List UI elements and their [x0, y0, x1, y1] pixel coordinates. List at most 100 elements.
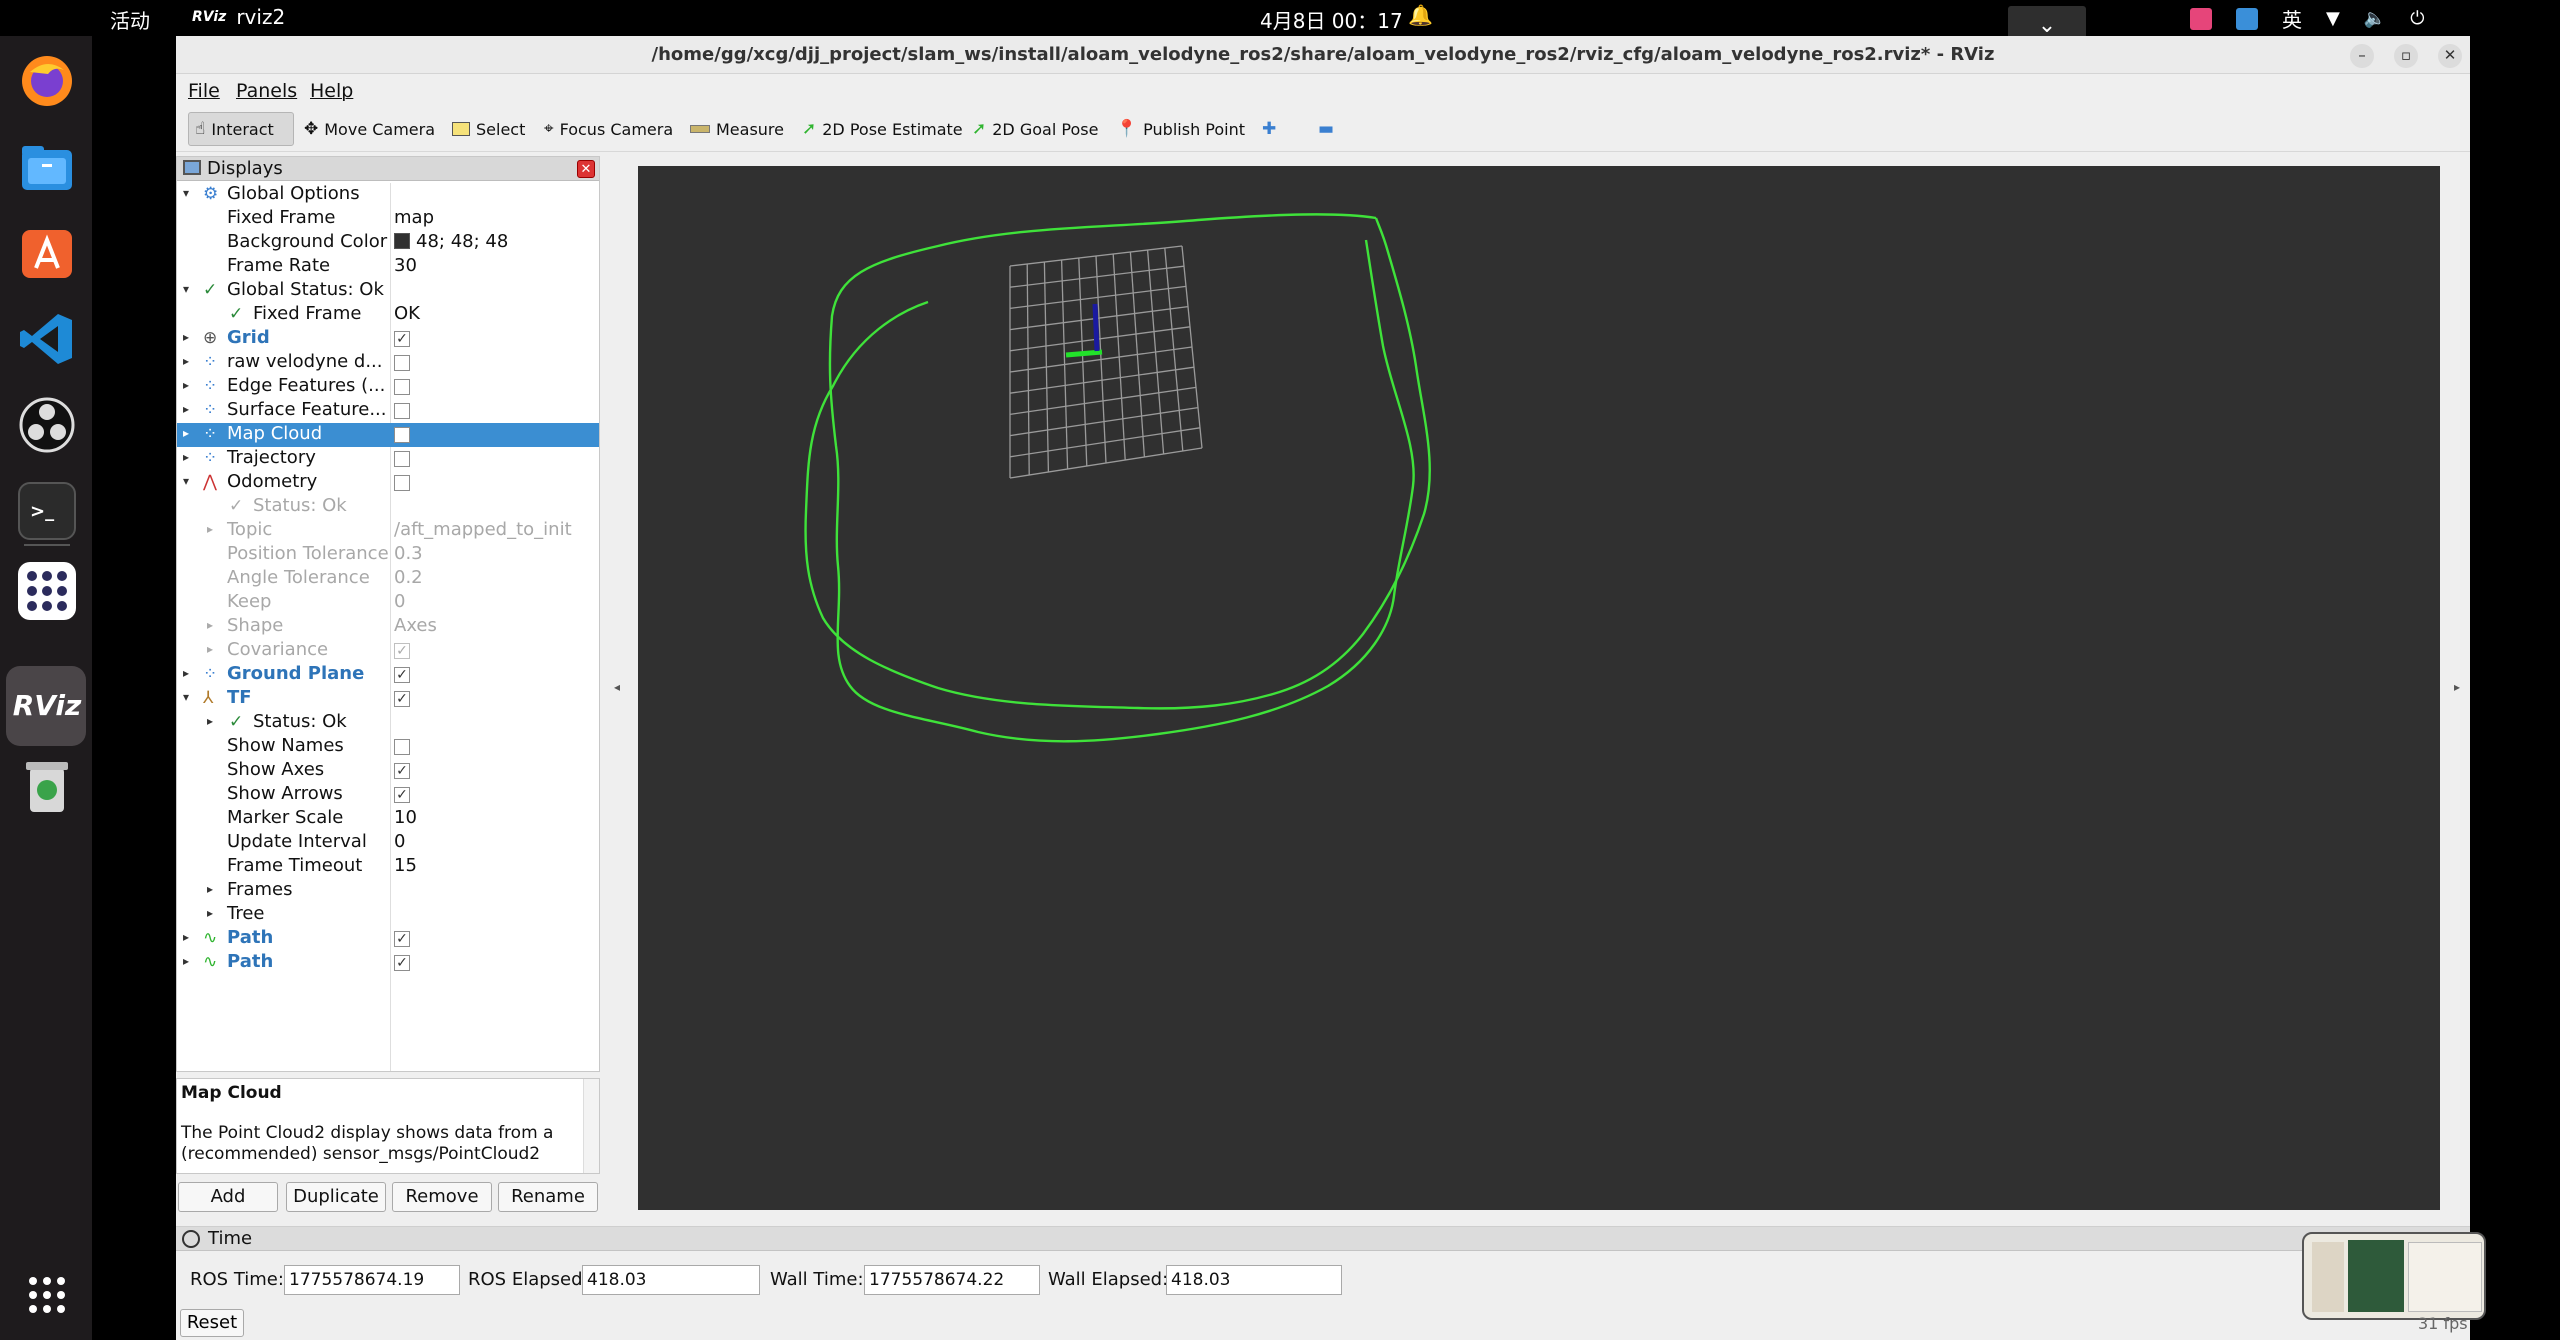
- trajectory-checkbox[interactable]: [394, 451, 410, 467]
- tree-row-angle-tolerance[interactable]: Angle Tolerance 0.2: [177, 567, 599, 591]
- expand-arrow-icon[interactable]: ▸: [183, 666, 189, 680]
- tree-row-frame-rate[interactable]: Frame Rate 30: [177, 255, 599, 279]
- row-value[interactable]: /aft_mapped_to_init: [394, 519, 572, 540]
- remove-button[interactable]: Remove: [392, 1182, 492, 1212]
- expand-arrow-icon[interactable]: ▾: [183, 186, 189, 200]
- collapse-left-arrow-icon[interactable]: ◂: [614, 680, 620, 694]
- activities-button[interactable]: 活动: [110, 5, 150, 34]
- expand-arrow-icon[interactable]: ▾: [183, 474, 189, 488]
- tree-row-path-1[interactable]: ▸ ∿ Path ✓: [177, 927, 599, 951]
- measure-tool[interactable]: Measure: [684, 112, 790, 146]
- row-value[interactable]: 0: [394, 591, 405, 612]
- expand-arrow-icon[interactable]: ▸: [183, 426, 189, 440]
- tree-row-map-cloud[interactable]: ▸ ⁘ Map Cloud: [177, 423, 599, 447]
- tree-row-grid[interactable]: ▸ ⊕ Grid ✓: [177, 327, 599, 351]
- select-tool[interactable]: Select: [446, 112, 531, 146]
- tree-row-show-names[interactable]: Show Names: [177, 735, 599, 759]
- tree-row-show-axes[interactable]: Show Axes ✓: [177, 759, 599, 783]
- edge-features-checkbox[interactable]: [394, 379, 410, 395]
- tree-row-frame-timeout[interactable]: Frame Timeout 15: [177, 855, 599, 879]
- vscode-icon[interactable]: [18, 310, 76, 368]
- row-value[interactable]: 48; 48; 48: [394, 231, 508, 252]
- tree-row-keep[interactable]: Keep 0: [177, 591, 599, 615]
- tree-row-topic[interactable]: ▸ Topic /aft_mapped_to_init: [177, 519, 599, 543]
- tree-row-fixed-frame-status[interactable]: ✓ Fixed Frame OK: [177, 303, 599, 327]
- tree-row-global-status[interactable]: ▾ ✓ Global Status: Ok: [177, 279, 599, 303]
- tree-row-frames[interactable]: ▸ Frames: [177, 879, 599, 903]
- window-titlebar[interactable]: /home/gg/xcg/djj_project/slam_ws/install…: [176, 36, 2470, 74]
- raw-velodyne-checkbox[interactable]: [394, 355, 410, 371]
- tree-row-tf[interactable]: ▾ ⅄ TF ✓: [177, 687, 599, 711]
- tree-row-show-arrows[interactable]: Show Arrows ✓: [177, 783, 599, 807]
- tree-row-trajectory[interactable]: ▸ ⁘ Trajectory: [177, 447, 599, 471]
- power-icon[interactable]: ⏻: [2410, 8, 2424, 29]
- expand-arrow-icon[interactable]: ▸: [207, 642, 213, 656]
- terminal-icon[interactable]: >_: [18, 482, 76, 540]
- row-value[interactable]: map: [394, 207, 434, 228]
- tree-row-odometry[interactable]: ▾ ⋀ Odometry: [177, 471, 599, 495]
- duplicate-button[interactable]: Duplicate: [286, 1182, 386, 1212]
- rename-button[interactable]: Rename: [498, 1182, 598, 1212]
- row-value[interactable]: Axes: [394, 615, 437, 636]
- tree-row-shape[interactable]: ▸ Shape Axes: [177, 615, 599, 639]
- tree-row-ground-plane[interactable]: ▸ ⁘ Ground Plane ✓: [177, 663, 599, 687]
- expand-arrow-icon[interactable]: ▸: [207, 714, 213, 728]
- show-arrows-checkbox[interactable]: ✓: [394, 787, 410, 803]
- tree-row-tf-status[interactable]: ▸ ✓ Status: Ok: [177, 711, 599, 735]
- row-value[interactable]: 15: [394, 855, 417, 876]
- app-menu[interactable]: RViz rviz2: [192, 5, 285, 29]
- tree-row-odometry-status[interactable]: ✓ Status: Ok: [177, 495, 599, 519]
- close-button[interactable]: ✕: [2438, 44, 2462, 68]
- interact-tool[interactable]: ☝ Interact: [188, 112, 294, 146]
- expand-arrow-icon[interactable]: ▾: [183, 690, 189, 704]
- row-value[interactable]: 10: [394, 807, 417, 828]
- rviz-icon[interactable]: RViz: [13, 676, 82, 734]
- maximize-button[interactable]: ▫: [2394, 44, 2418, 68]
- tree-row-global-options[interactable]: ▾ ⚙ Global Options: [177, 183, 599, 207]
- add-tool-button[interactable]: ✚: [1256, 112, 1282, 146]
- ros-elapsed-field[interactable]: 418.03: [582, 1265, 760, 1295]
- firefox-icon[interactable]: [18, 52, 76, 110]
- tree-row-marker-scale[interactable]: Marker Scale 10: [177, 807, 599, 831]
- obs-icon[interactable]: [18, 396, 76, 454]
- goal-pose-tool[interactable]: ➚ 2D Goal Pose: [966, 112, 1104, 146]
- tree-row-raw-velodyne[interactable]: ▸ ⁘ raw velodyne d...: [177, 351, 599, 375]
- menu-panels[interactable]: Panels: [236, 80, 297, 102]
- app-grid-icon[interactable]: [18, 562, 76, 620]
- pose-estimate-tool[interactable]: ➚ 2D Pose Estimate: [796, 112, 969, 146]
- grid-checkbox[interactable]: ✓: [394, 331, 410, 347]
- row-value[interactable]: 0.2: [394, 567, 423, 588]
- expand-arrow-icon[interactable]: ▸: [183, 354, 189, 368]
- focus-camera-tool[interactable]: ⌖ Focus Camera: [538, 112, 679, 146]
- move-camera-tool[interactable]: ✥ Move Camera: [298, 112, 441, 146]
- render-view[interactable]: [638, 166, 2440, 1210]
- notification-bell-icon[interactable]: 🔔: [1408, 3, 1433, 27]
- menu-file[interactable]: File: [188, 80, 220, 102]
- show-axes-checkbox[interactable]: ✓: [394, 763, 410, 779]
- expand-arrow-icon[interactable]: ▸: [207, 522, 213, 536]
- covariance-checkbox[interactable]: ✓: [394, 643, 410, 659]
- show-apps-icon[interactable]: [18, 1266, 76, 1324]
- wall-elapsed-field[interactable]: 418.03: [1166, 1265, 1342, 1295]
- tree-row-position-tolerance[interactable]: Position Tolerance 0.3: [177, 543, 599, 567]
- expand-arrow-icon[interactable]: ▸: [183, 930, 189, 944]
- input-method-indicator[interactable]: 英: [2282, 4, 2302, 33]
- tree-row-background-color[interactable]: Background Color 48; 48; 48: [177, 231, 599, 255]
- path-1-checkbox[interactable]: ✓: [394, 931, 410, 947]
- tray-app-icon[interactable]: [2190, 7, 2212, 30]
- trash-icon[interactable]: [18, 758, 76, 816]
- odometry-checkbox[interactable]: [394, 475, 410, 491]
- tray-app-icon-2[interactable]: [2236, 7, 2258, 30]
- expand-arrow-icon[interactable]: ▸: [207, 618, 213, 632]
- publish-point-tool[interactable]: 📍 Publish Point: [1110, 112, 1251, 146]
- tree-row-edge-features[interactable]: ▸ ⁘ Edge Features (...: [177, 375, 599, 399]
- tree-row-surface-features[interactable]: ▸ ⁘ Surface Feature...: [177, 399, 599, 423]
- expand-arrow-icon[interactable]: ▸: [183, 402, 189, 416]
- menu-help[interactable]: Help: [310, 80, 353, 102]
- reset-button[interactable]: Reset: [180, 1309, 244, 1337]
- tree-row-tree[interactable]: ▸ Tree: [177, 903, 599, 927]
- expand-arrow-icon[interactable]: ▸: [183, 450, 189, 464]
- description-scrollbar[interactable]: [583, 1079, 599, 1173]
- expand-arrow-icon[interactable]: ▾: [183, 282, 189, 296]
- surface-features-checkbox[interactable]: [394, 403, 410, 419]
